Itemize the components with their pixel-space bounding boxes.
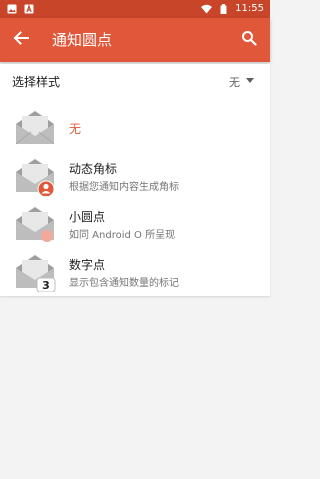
badge-style-card: 选择样式 无 无 动态角标 根据您通知内容生成角标 小圆点 如同 Android…	[0, 64, 270, 296]
status-bar: 11:55	[0, 0, 270, 18]
envelope-number-icon: 3	[14, 252, 56, 293]
envelope-icon	[14, 108, 56, 148]
option-number-dot[interactable]: 3 数字点 显示包含通知数量的标记	[0, 248, 270, 296]
number-badge-text: 3	[42, 279, 50, 292]
search-icon	[241, 30, 257, 50]
envelope-avatar-icon	[14, 156, 56, 198]
caret-down-icon[interactable]	[246, 78, 254, 83]
wifi-icon	[201, 4, 213, 14]
style-selector-value[interactable]: 无	[229, 74, 240, 90]
status-time: 11:55	[235, 3, 264, 14]
battery-icon	[218, 4, 229, 14]
arrow-back-icon	[13, 30, 29, 50]
option-title: 小圆点	[69, 210, 106, 224]
search-button[interactable]	[238, 29, 260, 51]
option-dynamic-badge[interactable]: 动态角标 根据您通知内容生成角标	[0, 152, 270, 200]
image-icon	[6, 4, 17, 14]
back-button[interactable]	[10, 29, 32, 51]
page-title: 通知圆点	[52, 31, 113, 49]
option-title: 动态角标	[69, 162, 118, 176]
option-title: 无	[69, 122, 82, 136]
option-none[interactable]: 无	[0, 104, 270, 152]
app-toolbar: 通知圆点	[0, 18, 270, 62]
option-subtitle: 显示包含通知数量的标记	[69, 278, 179, 289]
style-selector-label: 选择样式	[12, 75, 61, 89]
option-small-dot[interactable]: 小圆点 如同 Android O 所呈现	[0, 200, 270, 248]
envelope-dot-icon	[14, 204, 56, 244]
style-selector-row[interactable]: 选择样式 无	[0, 64, 270, 98]
option-subtitle: 如同 Android O 所呈现	[69, 230, 176, 241]
option-title: 数字点	[69, 258, 106, 272]
text-a-icon	[23, 4, 34, 14]
option-subtitle: 根据您通知内容生成角标	[69, 182, 179, 193]
